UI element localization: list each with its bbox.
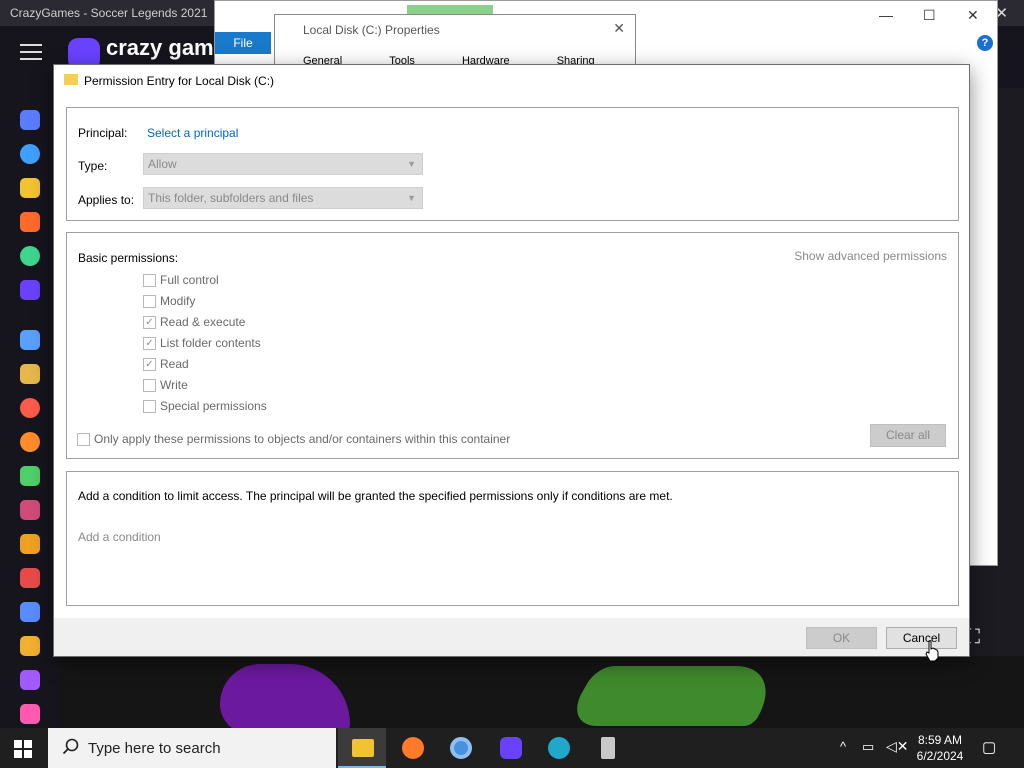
select-principal-link[interactable]: Select a principal (147, 126, 238, 140)
game-sprite (220, 664, 350, 728)
edge-icon (548, 737, 570, 759)
checkbox-icon[interactable] (143, 295, 156, 308)
casual-icon[interactable] (20, 466, 40, 486)
gamepad-icon[interactable] (20, 670, 40, 690)
driving-icon[interactable] (20, 534, 40, 554)
dress-up-icon[interactable] (20, 704, 40, 724)
file-explorer-taskbar-icon[interactable] (338, 728, 386, 768)
network-icon[interactable]: ▭ (862, 739, 874, 768)
taskbar-search-box[interactable]: Type here to search (48, 728, 336, 768)
chevron-down-icon: ▼ (407, 159, 416, 169)
clock-time: 8:59 AM (917, 733, 963, 747)
calculator-taskbar-icon[interactable] (584, 728, 632, 768)
windows-start-icon[interactable] (14, 740, 32, 758)
permission-label: List folder contents (160, 336, 261, 350)
clock-date: 6/2/2024 (916, 749, 964, 763)
menu-icon[interactable] (20, 44, 42, 60)
firefox-icon (402, 737, 424, 759)
updated-icon[interactable] (20, 246, 40, 266)
close-icon[interactable]: ✕ (967, 7, 979, 24)
magic-icon[interactable] (20, 636, 40, 656)
cancel-button[interactable]: Cancel (886, 627, 957, 649)
permission-label: Read & execute (160, 315, 246, 329)
file-tab[interactable]: File (215, 32, 271, 54)
browser-tab-title: CrazyGames - Soccer Legends 2021 (10, 6, 208, 20)
condition-description: Add a condition to limit access. The pri… (78, 489, 673, 503)
help-icon[interactable]: ? (977, 35, 993, 51)
notifications-icon[interactable]: ▢ (982, 738, 996, 768)
basketball-icon[interactable] (20, 432, 40, 452)
clear-all-button[interactable]: Clear all (870, 424, 946, 447)
applies-to-label: Applies to: (78, 193, 135, 207)
taskbar-clock[interactable]: 8:59 AM 6/2/2024 (912, 732, 968, 764)
crazygames-taskbar-icon[interactable] (486, 728, 534, 768)
condition-section: Add a condition to limit access. The pri… (66, 471, 959, 606)
dialog-titlebar: Permission Entry for Local Disk (C:) (54, 65, 969, 95)
game-canvas[interactable] (60, 656, 1024, 728)
chevron-down-icon: ▼ (407, 193, 416, 203)
folder-icon (352, 739, 374, 757)
search-icon (62, 738, 79, 755)
chrome-icon (450, 737, 472, 759)
permission-label: Write (160, 378, 188, 392)
permission-label: Modify (160, 294, 196, 308)
checkbox-icon[interactable]: ✓ (143, 358, 156, 371)
type-select[interactable]: Allow ▼ (143, 153, 423, 175)
checkbox-icon[interactable] (143, 379, 156, 392)
firefox-taskbar-icon[interactable] (388, 728, 436, 768)
checkbox-icon[interactable]: ✓ (143, 316, 156, 329)
crazygames-icon (500, 737, 522, 759)
dialog-title: Permission Entry for Local Disk (C:) (84, 74, 275, 88)
taskbar: Type here to search ^ ▭ ◁✕ 8:59 AM 6/2/2… (0, 728, 1024, 768)
applies-to-select[interactable]: This folder, subfolders and files ▼ (143, 187, 423, 209)
adventure-icon[interactable] (20, 398, 40, 418)
permissions-section: Basic permissions: Show advanced permiss… (66, 232, 959, 459)
game-sprite (562, 666, 788, 726)
chevron-up-icon[interactable]: ^ (840, 739, 846, 768)
game-category-rail (0, 88, 60, 728)
applies-to-value: This folder, subfolders and files (148, 191, 314, 205)
checkbox-icon[interactable]: ✓ (143, 337, 156, 350)
edge-taskbar-icon[interactable] (534, 728, 582, 768)
new-icon[interactable] (20, 178, 40, 198)
home-icon[interactable] (20, 110, 40, 130)
checkbox-icon[interactable] (143, 400, 156, 413)
multiplayer-icon[interactable] (20, 330, 40, 350)
permission-entry-dialog: Permission Entry for Local Disk (C:) Pri… (53, 64, 970, 657)
only-apply-label: Only apply these permissions to objects … (94, 432, 511, 446)
principal-label: Principal: (78, 126, 128, 140)
originals-icon[interactable] (20, 280, 40, 300)
type-select-value: Allow (148, 157, 177, 171)
volume-muted-icon[interactable]: ◁✕ (886, 738, 909, 768)
principal-section: Principal: Select a principal Type: Allo… (66, 107, 959, 221)
checkbox-icon[interactable] (77, 433, 90, 446)
permission-label: Full control (160, 273, 219, 287)
add-condition-link[interactable]: Add a condition (78, 530, 161, 544)
type-label: Type: (78, 159, 108, 173)
action-icon[interactable] (20, 364, 40, 384)
permission-label: Read (160, 357, 189, 371)
folder-icon (64, 74, 78, 85)
properties-title: Local Disk (C:) Properties (303, 23, 440, 37)
controller-icon[interactable] (20, 602, 40, 622)
minimize-icon[interactable]: — (879, 7, 893, 23)
clicker-icon[interactable] (20, 500, 40, 520)
calculator-icon (601, 737, 615, 759)
maximize-icon[interactable]: ☐ (923, 7, 936, 24)
show-advanced-permissions-link[interactable]: Show advanced permissions (794, 249, 947, 263)
trending-icon[interactable] (20, 212, 40, 232)
permission-label: Special permissions (160, 399, 267, 413)
dialog-body: Principal: Select a principal Type: Allo… (54, 95, 969, 618)
card-icon[interactable] (20, 568, 40, 588)
recent-icon[interactable] (20, 144, 40, 164)
search-placeholder: Type here to search (88, 740, 221, 757)
hand-cursor-icon (925, 640, 939, 662)
basic-permissions-label: Basic permissions: (78, 251, 179, 265)
ok-button[interactable]: OK (806, 627, 877, 649)
properties-close-icon[interactable]: ✕ (613, 20, 625, 37)
checkbox-icon[interactable] (143, 274, 156, 287)
chrome-taskbar-icon[interactable] (436, 728, 484, 768)
